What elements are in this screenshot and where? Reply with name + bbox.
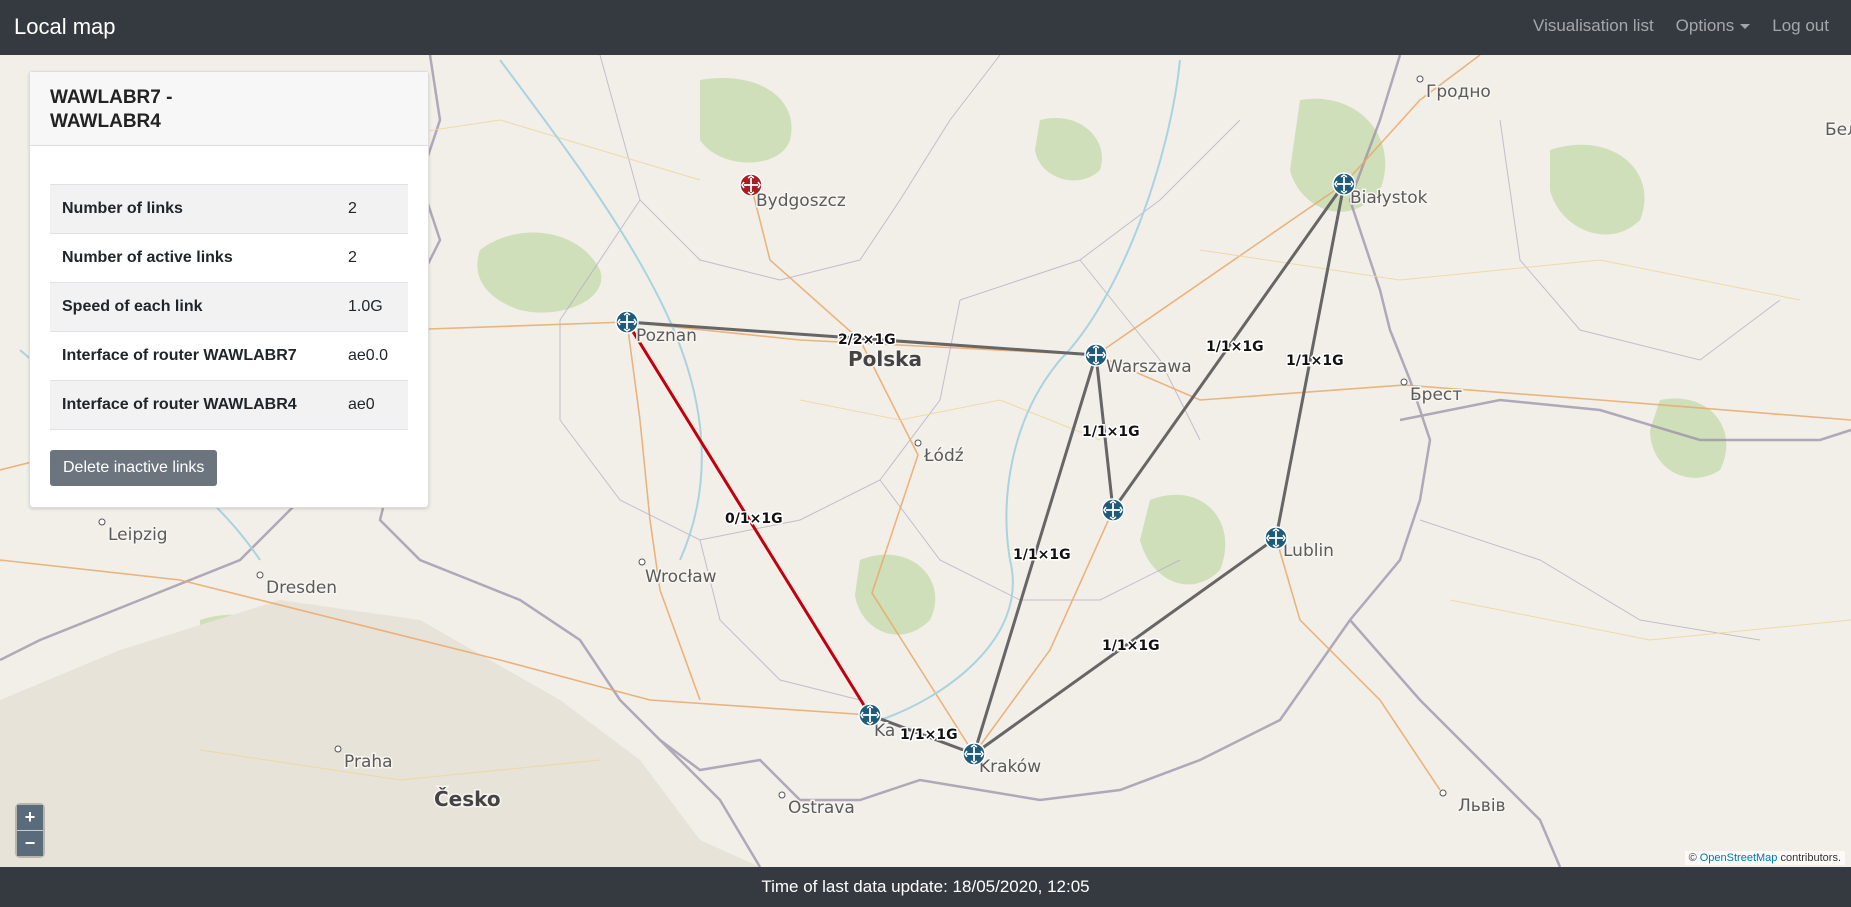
row-value: 1.0G — [348, 298, 383, 315]
last-update-text: Time of last data update: 18/05/2020, 12… — [761, 877, 1090, 896]
router-down-icon[interactable] — [739, 173, 763, 197]
logout-link[interactable]: Log out — [1772, 16, 1829, 36]
link-details-table: Number of links 2 Number of active links 2… — [50, 184, 408, 430]
zoom-control: + − — [17, 805, 43, 856]
row-value: ae0 — [348, 396, 375, 413]
chevron-down-icon — [1740, 24, 1751, 30]
attribution-prefix: © — [1688, 852, 1697, 864]
router-icon[interactable] — [858, 703, 882, 727]
zoom-out-button[interactable]: − — [17, 830, 43, 856]
city-label-bialystok: Białystok — [1350, 188, 1428, 208]
zoom-in-button[interactable]: + — [17, 805, 43, 830]
table-row: Number of active links 2 — [50, 233, 408, 283]
city-label-grodno: Гродно — [1426, 82, 1491, 102]
app-title[interactable]: Local map — [14, 14, 116, 40]
city-label-wroclaw: Wrocław — [645, 567, 717, 587]
panel-title: WAWLABR7 - WAWLABR4 — [50, 87, 173, 132]
city-label-warszawa: Warszawa — [1106, 357, 1192, 377]
city-label-ostrava: Ostrava — [788, 798, 855, 818]
link-label-radom-bialystok[interactable]: 1/1×1G — [1205, 338, 1266, 357]
city-label-praha: Praha — [344, 752, 393, 772]
map-view[interactable]: Bydgoszcz Poznan Polska Warszawa Białyst… — [0, 55, 1851, 867]
row-key: Number of links — [62, 200, 183, 217]
table-row: Interface of router WAWLABR4 ae0 — [50, 380, 408, 430]
row-key: Speed of each link — [62, 298, 203, 315]
router-icon[interactable] — [1332, 172, 1356, 196]
options-dropdown[interactable]: Options — [1676, 16, 1751, 36]
link-details-panel: WAWLABR7 - WAWLABR4 Number of links 2 Num… — [29, 71, 429, 508]
city-label-dresden: Dresden — [266, 578, 337, 598]
nav-menu: Visualisation list Options Log out — [1533, 16, 1851, 36]
options-label: Options — [1675, 16, 1735, 35]
panel-body: Number of links 2 Number of active links 2… — [30, 146, 428, 486]
table-row: Number of links 2 — [50, 184, 408, 234]
router-icon[interactable] — [1101, 498, 1125, 522]
top-navbar: Local map Visualisation list Options Log… — [0, 0, 1851, 55]
link-label-bialystok-lublin[interactable]: 1/1×1G — [1285, 352, 1346, 371]
row-value: ae0.0 — [348, 347, 389, 364]
status-footer: Time of last data update: 18/05/2020, 12… — [0, 867, 1851, 907]
router-icon[interactable] — [1264, 526, 1288, 550]
openstreetmap-link[interactable]: OpenStreetMap — [1700, 852, 1778, 864]
city-label-lviv: Львів — [1458, 796, 1506, 816]
router-icon[interactable] — [615, 310, 639, 334]
row-value: 2 — [348, 249, 357, 266]
row-key: Number of active links — [62, 249, 233, 266]
city-label-brest: Брест — [1410, 385, 1462, 405]
link-label-warszawa-krakow[interactable]: 1/1×1G — [1012, 546, 1073, 565]
link-label-poznan-warszawa[interactable]: 2/2×1G — [837, 331, 898, 350]
attribution-suffix: contributors. — [1780, 852, 1841, 864]
link-label-warszawa-radom[interactable]: 1/1×1G — [1081, 423, 1142, 442]
city-label-lublin: Lublin — [1283, 541, 1334, 561]
city-label-bydgoszcz: Bydgoszcz — [756, 191, 846, 211]
country-label-polska: Polska — [848, 347, 922, 371]
router-icon[interactable] — [962, 742, 986, 766]
country-label-cesko: Česko — [434, 787, 501, 811]
row-key: Interface of router WAWLABR4 — [62, 396, 297, 413]
map-attribution: © OpenStreetMap contributors. — [1684, 851, 1845, 865]
router-icon[interactable] — [1084, 343, 1108, 367]
table-row: Speed of each link 1.0G — [50, 282, 408, 332]
city-label-poznan: Poznan — [636, 326, 697, 346]
link-label-lublin-krakow[interactable]: 1/1×1G — [1101, 637, 1162, 656]
city-label-lodz: Łódź — [923, 446, 964, 466]
link-label-poznan-katowice[interactable]: 0/1×1G — [724, 510, 785, 529]
table-row: Interface of router WAWLABR7 ae0.0 — [50, 331, 408, 381]
city-label-krakow: Kraków — [979, 757, 1041, 777]
city-label-leipzig: Leipzig — [108, 525, 168, 545]
city-label-bela: Бел — [1825, 120, 1851, 140]
panel-header: WAWLABR7 - WAWLABR4 — [30, 72, 428, 146]
visualisation-list-link[interactable]: Visualisation list — [1533, 16, 1654, 36]
delete-inactive-links-button[interactable]: Delete inactive links — [50, 450, 218, 486]
link-label-katowice-krakow[interactable]: 1/1×1G — [899, 726, 960, 745]
row-key: Interface of router WAWLABR7 — [62, 347, 297, 364]
row-value: 2 — [348, 200, 357, 217]
